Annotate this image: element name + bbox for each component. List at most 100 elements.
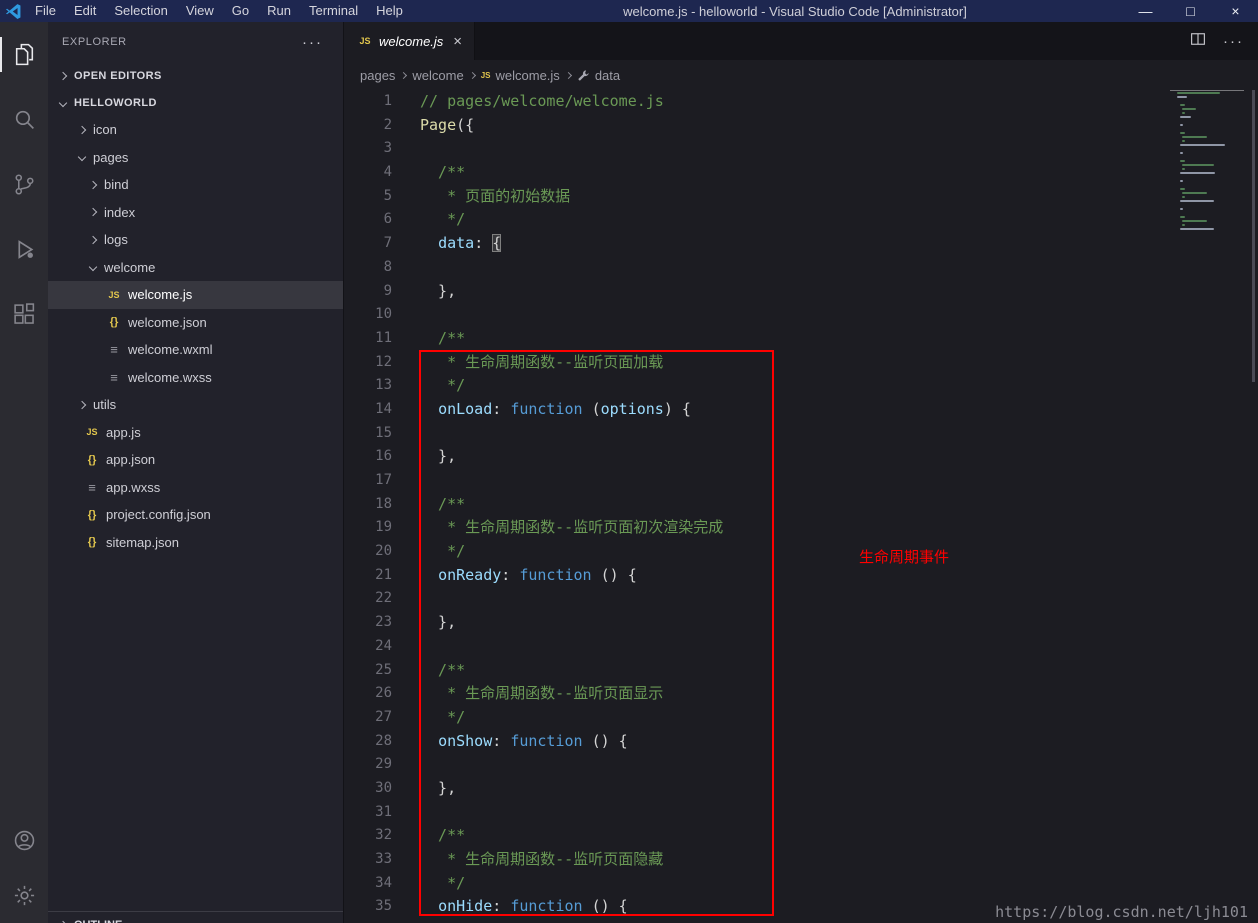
tree-item-icon[interactable]: icon xyxy=(48,116,343,144)
split-editor-icon[interactable] xyxy=(1189,30,1207,53)
menu-go[interactable]: Go xyxy=(223,0,258,22)
code-line-8[interactable]: 8 xyxy=(344,256,1258,280)
code-line-31[interactable]: 31 xyxy=(344,801,1258,825)
tree-item-label: app.wxss xyxy=(106,479,161,495)
root-folder-helloworld[interactable]: HELLOWORLD xyxy=(48,89,343,116)
tree-item-welcome.wxss[interactable]: ≡ welcome.wxss xyxy=(48,364,343,392)
tree-item-bind[interactable]: bind xyxy=(48,171,343,199)
code-line-22[interactable]: 22 xyxy=(344,587,1258,611)
line-content: }, xyxy=(420,778,457,797)
scrollbar[interactable] xyxy=(1252,90,1255,382)
open-editors-section[interactable]: OPEN EDITORS xyxy=(48,62,343,89)
code-line-16[interactable]: 16 }, xyxy=(344,445,1258,469)
code-line-24[interactable]: 24 xyxy=(344,635,1258,659)
code-line-13[interactable]: 13 */ xyxy=(344,374,1258,398)
code-line-17[interactable]: 17 xyxy=(344,469,1258,493)
line-content: /** xyxy=(420,826,466,845)
breadcrumb: pages welcome JS welcome.js data xyxy=(344,60,1258,90)
code-line-30[interactable]: 30 }, xyxy=(344,777,1258,801)
tree-item-welcome.js[interactable]: JS welcome.js xyxy=(48,281,343,309)
code-editor[interactable]: 1// pages/welcome/welcome.js 2 Page({3 4 /*… xyxy=(344,90,1258,923)
activity-search[interactable] xyxy=(0,87,48,152)
code-line-15[interactable]: 15 xyxy=(344,422,1258,446)
line-number: 35 xyxy=(375,898,392,915)
close-button[interactable]: × xyxy=(1213,0,1258,22)
menu-file[interactable]: File xyxy=(26,0,65,22)
code-line-28[interactable]: 28 onShow: function () { xyxy=(344,730,1258,754)
code-line-19[interactable]: 19 * 生命周期函数--监听页面初次渲染完成 xyxy=(344,516,1258,540)
tree-item-welcome.json[interactable]: {} welcome.json xyxy=(48,309,343,337)
code-line-1[interactable]: 1 // pages/welcome/welcome.js xyxy=(344,90,1258,114)
account-button[interactable] xyxy=(0,813,48,868)
tree-item-welcome.wxml[interactable]: ≡ welcome.wxml xyxy=(48,336,343,364)
code-line-34[interactable]: 34 */ xyxy=(344,872,1258,896)
breadcrumb-welcome.js[interactable]: JS welcome.js xyxy=(481,68,560,83)
activity-bar xyxy=(0,22,48,923)
code-line-25[interactable]: 25 /** xyxy=(344,659,1258,683)
code-line-26[interactable]: 26 * 生命周期函数--监听页面显示 xyxy=(344,682,1258,706)
line-number: 10 xyxy=(375,306,392,323)
outline-section[interactable]: OUTLINE xyxy=(48,911,343,923)
line-content: Page({ xyxy=(420,115,475,134)
editor-more-actions-icon[interactable]: ··· xyxy=(1223,33,1244,50)
tab-close-icon[interactable]: × xyxy=(453,33,462,50)
minimap[interactable] xyxy=(1177,92,1247,232)
code-line-29[interactable]: 29 xyxy=(344,753,1258,777)
code-line-9[interactable]: 9 }, xyxy=(344,280,1258,304)
settings-button[interactable] xyxy=(0,868,48,923)
menu-edit[interactable]: Edit xyxy=(65,0,105,22)
code-line-5[interactable]: 5 * 页面的初始数据 xyxy=(344,185,1258,209)
menu-view[interactable]: View xyxy=(177,0,223,22)
maximize-button[interactable]: □ xyxy=(1168,0,1213,22)
line-content: }, xyxy=(420,613,457,632)
tree-item-logs[interactable]: logs xyxy=(48,226,343,254)
code-line-32[interactable]: 32 /** xyxy=(344,824,1258,848)
breadcrumb-pages[interactable]: pages xyxy=(360,68,395,83)
activity-run-debug[interactable] xyxy=(0,217,48,282)
tree-item-index[interactable]: index xyxy=(48,199,343,227)
breadcrumb-data[interactable]: data xyxy=(577,68,620,83)
tree-item-utils[interactable]: utils xyxy=(48,391,343,419)
line-number: 32 xyxy=(375,827,392,844)
code-line-3[interactable]: 3 xyxy=(344,137,1258,161)
tree-item-app.wxss[interactable]: ≡ app.wxss xyxy=(48,474,343,502)
tree-item-project.config.json[interactable]: {} project.config.json xyxy=(48,501,343,529)
code-line-33[interactable]: 33 * 生命周期函数--监听页面隐藏 xyxy=(344,848,1258,872)
breadcrumb-welcome[interactable]: welcome xyxy=(412,68,463,83)
tree-item-pages[interactable]: pages xyxy=(48,144,343,172)
code-line-27[interactable]: 27 */ xyxy=(344,706,1258,730)
activity-extensions[interactable] xyxy=(0,282,48,347)
line-content: onLoad: function (options) { xyxy=(438,399,691,418)
tree-item-app.json[interactable]: {} app.json xyxy=(48,446,343,474)
code-line-11[interactable]: 11 /** xyxy=(344,327,1258,351)
code-line-14[interactable]: 14 onLoad: function (options) { xyxy=(344,398,1258,422)
code-line-23[interactable]: 23 }, xyxy=(344,611,1258,635)
code-line-7[interactable]: 7 data: { xyxy=(344,232,1258,256)
code-line-21[interactable]: 21 onReady: function () { xyxy=(344,564,1258,588)
line-content: }, xyxy=(420,281,457,300)
explorer-more-actions-icon[interactable]: ··· xyxy=(302,34,323,51)
code-line-4[interactable]: 4 /** xyxy=(344,161,1258,185)
line-number: 29 xyxy=(375,756,392,773)
code-line-6[interactable]: 6 */ xyxy=(344,208,1258,232)
minimize-button[interactable]: — xyxy=(1123,0,1168,22)
tree-item-welcome[interactable]: welcome xyxy=(48,254,343,282)
line-number: 34 xyxy=(375,874,392,891)
code-line-10[interactable]: 10 xyxy=(344,303,1258,327)
menu-help[interactable]: Help xyxy=(367,0,412,22)
tree-item-app.js[interactable]: JS app.js xyxy=(48,419,343,447)
open-editors-label: OPEN EDITORS xyxy=(74,69,162,82)
code-line-20[interactable]: 20 */ xyxy=(344,540,1258,564)
line-number: 33 xyxy=(375,851,392,867)
menu-terminal[interactable]: Terminal xyxy=(300,0,367,22)
tree-item-sitemap.json[interactable]: {} sitemap.json xyxy=(48,529,343,557)
menu-selection[interactable]: Selection xyxy=(105,0,176,22)
activity-explorer[interactable] xyxy=(0,22,48,87)
tab-welcome-js[interactable]: JS welcome.js × xyxy=(344,22,476,60)
menu-run[interactable]: Run xyxy=(258,0,300,22)
activity-source-control[interactable] xyxy=(0,152,48,217)
code-line-2[interactable]: 2 Page({ xyxy=(344,114,1258,138)
line-number: 31 xyxy=(375,803,392,820)
code-line-12[interactable]: 12 * 生命周期函数--监听页面加载 xyxy=(344,351,1258,375)
code-line-18[interactable]: 18 /** xyxy=(344,493,1258,517)
